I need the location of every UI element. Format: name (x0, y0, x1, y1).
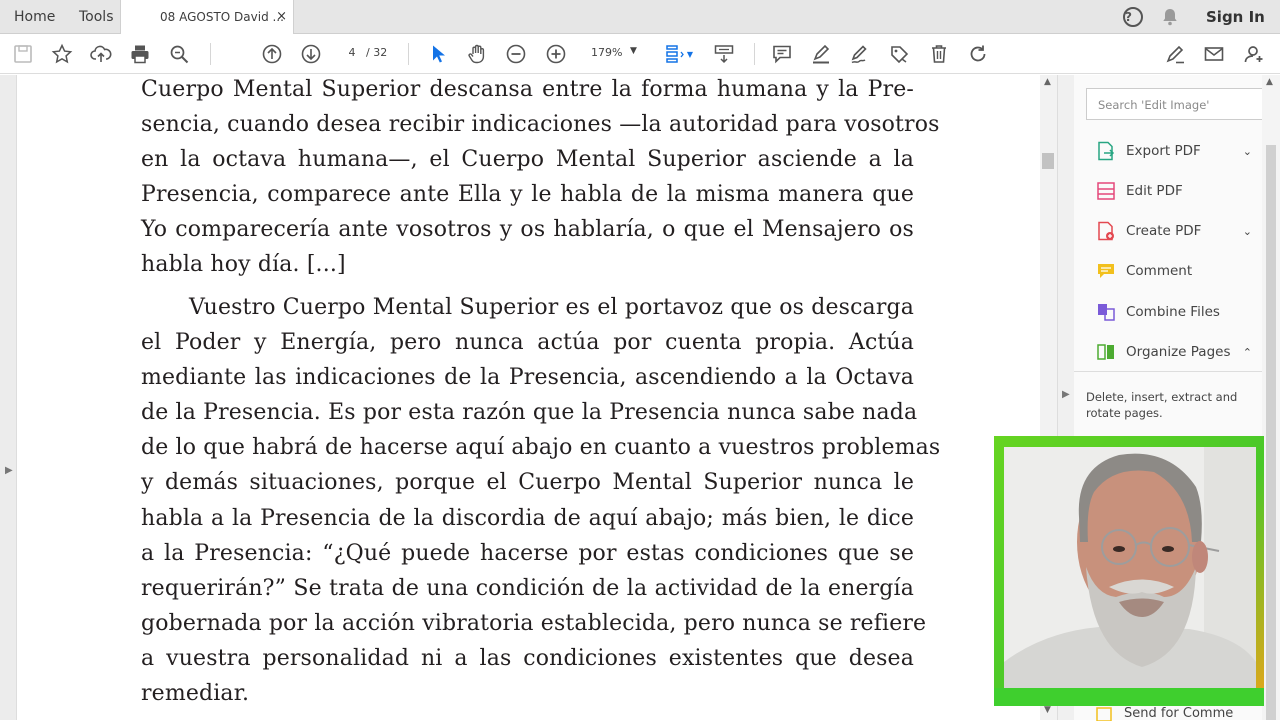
audio-level-bar (994, 688, 1264, 706)
scroll-up-arrow-icon[interactable]: ▲ (1044, 77, 1051, 87)
highlight-pen-icon[interactable] (810, 43, 832, 65)
tool-send-for-comments[interactable]: Send for Comme (1096, 706, 1233, 721)
print-icon[interactable] (129, 43, 151, 65)
text-line: Cuerpo Mental Superior descansa entre la… (141, 77, 914, 102)
scroll-mode-icon[interactable] (713, 43, 735, 65)
tool-label: Organize Pages (1126, 344, 1231, 360)
help-icon[interactable]: ? (1123, 7, 1143, 27)
paragraph-1: Cuerpo Mental Superior descansa entre la… (141, 72, 940, 283)
tool-label: Create PDF (1126, 223, 1202, 239)
hand-tool-icon[interactable] (466, 43, 488, 65)
rotate-icon[interactable] (967, 43, 989, 65)
send-comments-icon (1096, 706, 1112, 721)
comment-tool-icon[interactable] (771, 43, 793, 65)
scrollbar-thumb[interactable] (1266, 145, 1276, 720)
page-number-input[interactable]: 4 (341, 46, 363, 62)
text-line: sencia, cuando desea recibir indicacione… (141, 112, 940, 138)
next-page-icon[interactable] (300, 43, 322, 65)
toolbar-divider (408, 43, 409, 65)
webcam-video (1004, 447, 1256, 697)
search-icon[interactable] (168, 43, 190, 65)
upload-icon[interactable] (90, 43, 112, 65)
edit-pdf-icon (1097, 182, 1115, 200)
page-display-icon[interactable] (664, 43, 686, 65)
sign-pen-icon[interactable] (849, 43, 871, 65)
chevron-down-icon[interactable]: ⌄ (1243, 145, 1252, 158)
tab-document[interactable]: 08 AGOSTO David ... × (120, 0, 294, 35)
tool-label: Edit PDF (1126, 183, 1183, 199)
tool-create-pdf[interactable]: Create PDF ⌄ (1096, 217, 1252, 245)
tab-document-label: 08 AGOSTO David ... (160, 10, 284, 24)
toolbar-divider (754, 43, 755, 65)
text-line: a vuestra personalidad ni a las condicio… (141, 645, 914, 671)
paragraph-2: Vuestro Cuerpo Mental Superior es el por… (141, 290, 941, 711)
tool-label: Export PDF (1126, 143, 1201, 159)
tool-combine-files[interactable]: Combine Files (1096, 298, 1252, 326)
text-line: gobernada por la acción vibratoria estab… (141, 610, 927, 636)
text-line: y demás situaciones, porque el Cuerpo Me… (141, 470, 914, 496)
text-line: Yo comparecería ante vosotros y os habla… (141, 217, 914, 243)
tool-label: Send for Comme (1124, 706, 1234, 721)
organize-pages-icon (1097, 344, 1114, 360)
tool-organize-pages[interactable]: Organize Pages ⌃ (1096, 338, 1252, 366)
star-icon[interactable] (51, 43, 73, 65)
zoom-dropdown-icon[interactable]: ▼ (630, 46, 637, 56)
tool-label: Comment (1126, 263, 1193, 279)
close-tab-icon[interactable]: × (276, 0, 287, 34)
chevron-down-icon[interactable]: ⌄ (1243, 225, 1252, 238)
previous-page-icon[interactable] (261, 43, 283, 65)
text-line: el Poder y Energía, pero nunca actúa por… (141, 330, 914, 356)
tool-comment[interactable]: Comment (1096, 257, 1252, 285)
page-display-dropdown-icon[interactable]: ▼ (686, 43, 694, 65)
fill-sign-icon[interactable] (1164, 43, 1186, 65)
export-pdf-icon (1098, 141, 1115, 161)
sign-in-button[interactable]: Sign In (1206, 0, 1265, 34)
scroll-down-arrow-icon[interactable]: ▼ (1044, 705, 1051, 715)
comment-icon (1098, 264, 1114, 278)
scroll-up-arrow-icon[interactable]: ▲ (1266, 77, 1273, 87)
combine-files-icon (1098, 304, 1115, 321)
panel-divider (1074, 371, 1264, 372)
text-line: habla a la Presencia de la discordia de … (141, 505, 914, 531)
chevron-up-icon[interactable]: ⌃ (1243, 346, 1252, 359)
presenter-image (1004, 447, 1256, 697)
tab-bar: Home Tools 08 AGOSTO David ... × ? Sign … (0, 0, 1280, 35)
organize-pages-description: Delete, insert, extract and rotate pages… (1086, 390, 1238, 420)
toolbar: 4 / 32 179% ▼ ▼ (0, 34, 1280, 74)
zoom-out-icon[interactable] (505, 43, 527, 65)
text-line: de la Presencia. Es por esta razón que l… (141, 400, 918, 426)
select-cursor-icon[interactable] (427, 43, 449, 65)
stamp-icon[interactable] (888, 43, 910, 65)
page-total: / 32 (366, 46, 388, 59)
text-line: Vuestro Cuerpo Mental Superior es el por… (189, 295, 914, 320)
text-line: a la Presencia: “¿Qué puede hacerse por … (141, 540, 914, 566)
zoom-level[interactable]: 179% (591, 46, 622, 59)
tab-home[interactable]: Home (14, 0, 55, 34)
delete-icon[interactable] (928, 43, 950, 65)
text-line: requerirán?” Se trata de una condición d… (141, 575, 914, 601)
email-icon[interactable] (1203, 43, 1225, 65)
left-panel-toggle[interactable]: ▶ (0, 75, 17, 720)
zoom-in-icon[interactable] (545, 43, 567, 65)
tool-label: Combine Files (1126, 304, 1220, 320)
text-line: de lo que habrá de hacerse aquí abajo en… (141, 435, 941, 461)
text-line: remediar. (141, 681, 250, 707)
scrollbar-thumb[interactable] (1042, 153, 1054, 169)
save-icon[interactable] (12, 43, 34, 65)
tab-tools[interactable]: Tools (79, 0, 114, 34)
bell-icon[interactable] (1160, 7, 1180, 27)
text-line: Presencia, comparece ante Ella y le habl… (141, 182, 914, 208)
text-line: habla hoy día. [...] (141, 252, 346, 278)
share-user-icon[interactable] (1243, 43, 1265, 65)
tool-export-pdf[interactable]: Export PDF ⌄ (1096, 137, 1252, 165)
create-pdf-icon (1098, 221, 1114, 241)
tools-pane-scrollbar[interactable]: ▲ (1262, 75, 1280, 720)
collapse-right-arrow-icon[interactable]: ▶ (1062, 389, 1070, 400)
text-line: mediante las indicaciones de la Presenci… (141, 365, 914, 391)
expand-left-arrow-icon[interactable]: ▶ (5, 465, 13, 476)
toolbar-divider (210, 43, 211, 65)
tool-edit-pdf[interactable]: Edit PDF (1096, 177, 1252, 205)
tools-search-input[interactable]: Search 'Edit Image' (1086, 88, 1264, 120)
text-line: en la octava humana—, el Cuerpo Mental S… (141, 147, 914, 173)
